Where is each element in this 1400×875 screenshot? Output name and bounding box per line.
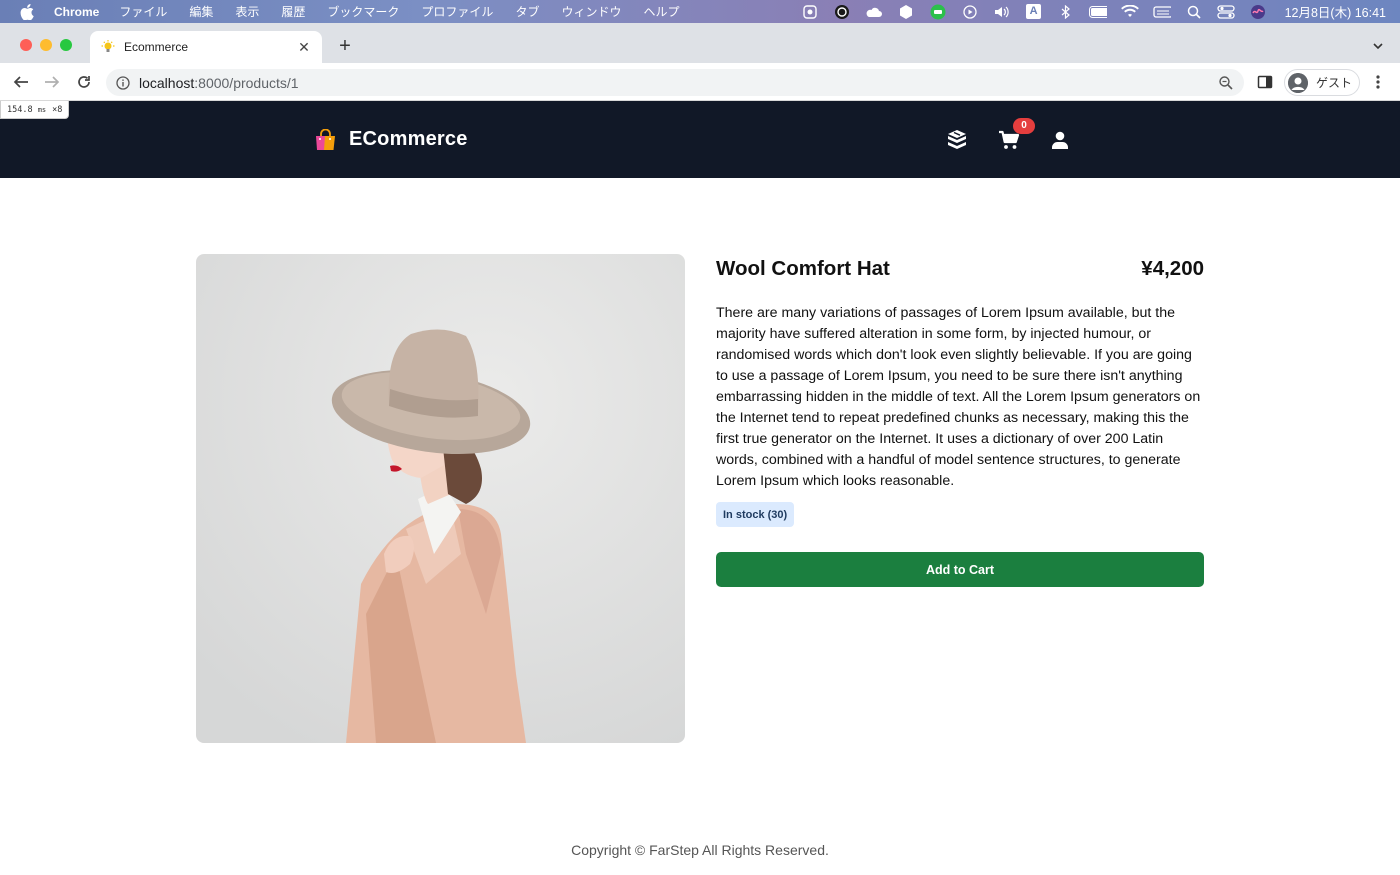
tray-input-mode-icon[interactable]: A [1025,4,1043,19]
tab-search-chevron-icon[interactable] [1372,39,1384,51]
stock-badge: In stock (30) [716,502,795,527]
back-arrow-icon[interactable] [11,72,31,92]
boxes-icon[interactable] [946,130,968,150]
window-zoom-button[interactable] [60,39,72,51]
tray-wifi-icon[interactable] [1120,4,1139,19]
tray-play-icon[interactable] [961,4,979,19]
timing-value: 154.8 ms [7,104,47,115]
menu-tab[interactable]: タブ [515,3,539,20]
forward-arrow-icon[interactable] [42,72,62,92]
url-host: localhost [139,74,195,91]
menu-edit[interactable]: 編集 [189,3,213,20]
reload-icon[interactable] [74,72,94,92]
address-bar[interactable]: localhost:8000/products/1 [106,69,1244,96]
browser-toolbar: localhost:8000/products/1 ゲスト [0,63,1400,101]
user-icon[interactable] [1049,130,1071,150]
add-to-cart-button[interactable]: Add to Cart [716,552,1204,587]
status-tray: A 12月8日(木) 16:41 [801,0,1386,23]
menu-help[interactable]: ヘルプ [643,3,679,20]
tray-line-icon[interactable] [929,4,947,19]
lightbulb-favicon-icon [100,39,116,55]
tray-bluetooth-icon[interactable] [1057,4,1075,19]
site-info-icon[interactable] [116,75,130,90]
shopping-bag-icon [315,128,336,151]
tray-app-icon[interactable] [801,4,819,19]
url-path: :8000/products/1 [194,74,299,91]
zoom-magnifier-icon[interactable] [1218,75,1234,91]
timing-close-icon[interactable]: ×8 [52,105,62,115]
tray-hex-icon[interactable] [897,4,915,19]
profile-label: ゲスト [1316,76,1353,90]
product-price: ¥4,200 [1141,257,1204,280]
menu-file[interactable]: ファイル [119,3,167,20]
site-header: ECommerce [0,101,1400,178]
menu-window[interactable]: ウィンドウ [561,3,621,20]
side-panel-icon[interactable] [1257,74,1273,90]
macos-menubar: Chrome ファイル 編集 表示 履歴 ブックマーク プロファイル タブ ウィ… [0,0,1400,23]
new-tab-button[interactable]: + [336,36,354,56]
cart-count-badge: 0 [1013,118,1035,134]
tray-search-icon[interactable] [1185,5,1203,19]
menu-view[interactable]: 表示 [235,3,259,20]
brand-link[interactable]: ECommerce [315,128,468,151]
footer-copyright: Copyright © FarStep All Rights Reserved. [571,842,829,858]
menu-bookmarks[interactable]: ブックマーク [327,3,399,20]
menu-history[interactable]: 履歴 [281,3,305,20]
debug-timing-badge[interactable]: 154.8 ms ×8 [0,101,70,119]
browser-menu-icon[interactable] [1372,73,1384,91]
tray-siri-icon[interactable] [1249,4,1267,19]
browser-tab-active[interactable]: Ecommerce ✕ [90,31,322,63]
tab-close-icon[interactable]: ✕ [296,39,312,55]
menu-app-name[interactable]: Chrome [54,5,99,19]
tray-cloud-icon[interactable] [865,5,883,19]
guest-avatar-icon [1288,72,1308,93]
profile-button[interactable]: ゲスト [1284,69,1360,96]
tray-camera-icon[interactable] [833,4,851,19]
product-description: There are many variations of passages of… [716,305,1201,489]
product-name: Wool Comfort Hat [716,257,890,280]
apple-menu-icon[interactable] [20,3,36,20]
tray-volume-icon[interactable] [993,5,1011,19]
tray-control-center-icon[interactable] [1216,4,1235,19]
tray-battery-icon[interactable] [1088,5,1107,19]
window-minimize-button[interactable] [40,39,52,51]
menubar-clock[interactable]: 12月8日(木) 16:41 [1285,2,1386,21]
menu-profiles[interactable]: プロファイル [421,3,493,20]
browser-tabstrip: Ecommerce ✕ + [0,23,1400,63]
product-image [196,254,685,743]
tab-title: Ecommerce [124,40,189,54]
window-close-button[interactable] [20,39,32,51]
tray-keyboard-icon[interactable] [1152,5,1171,19]
brand-name: ECommerce [349,128,468,150]
